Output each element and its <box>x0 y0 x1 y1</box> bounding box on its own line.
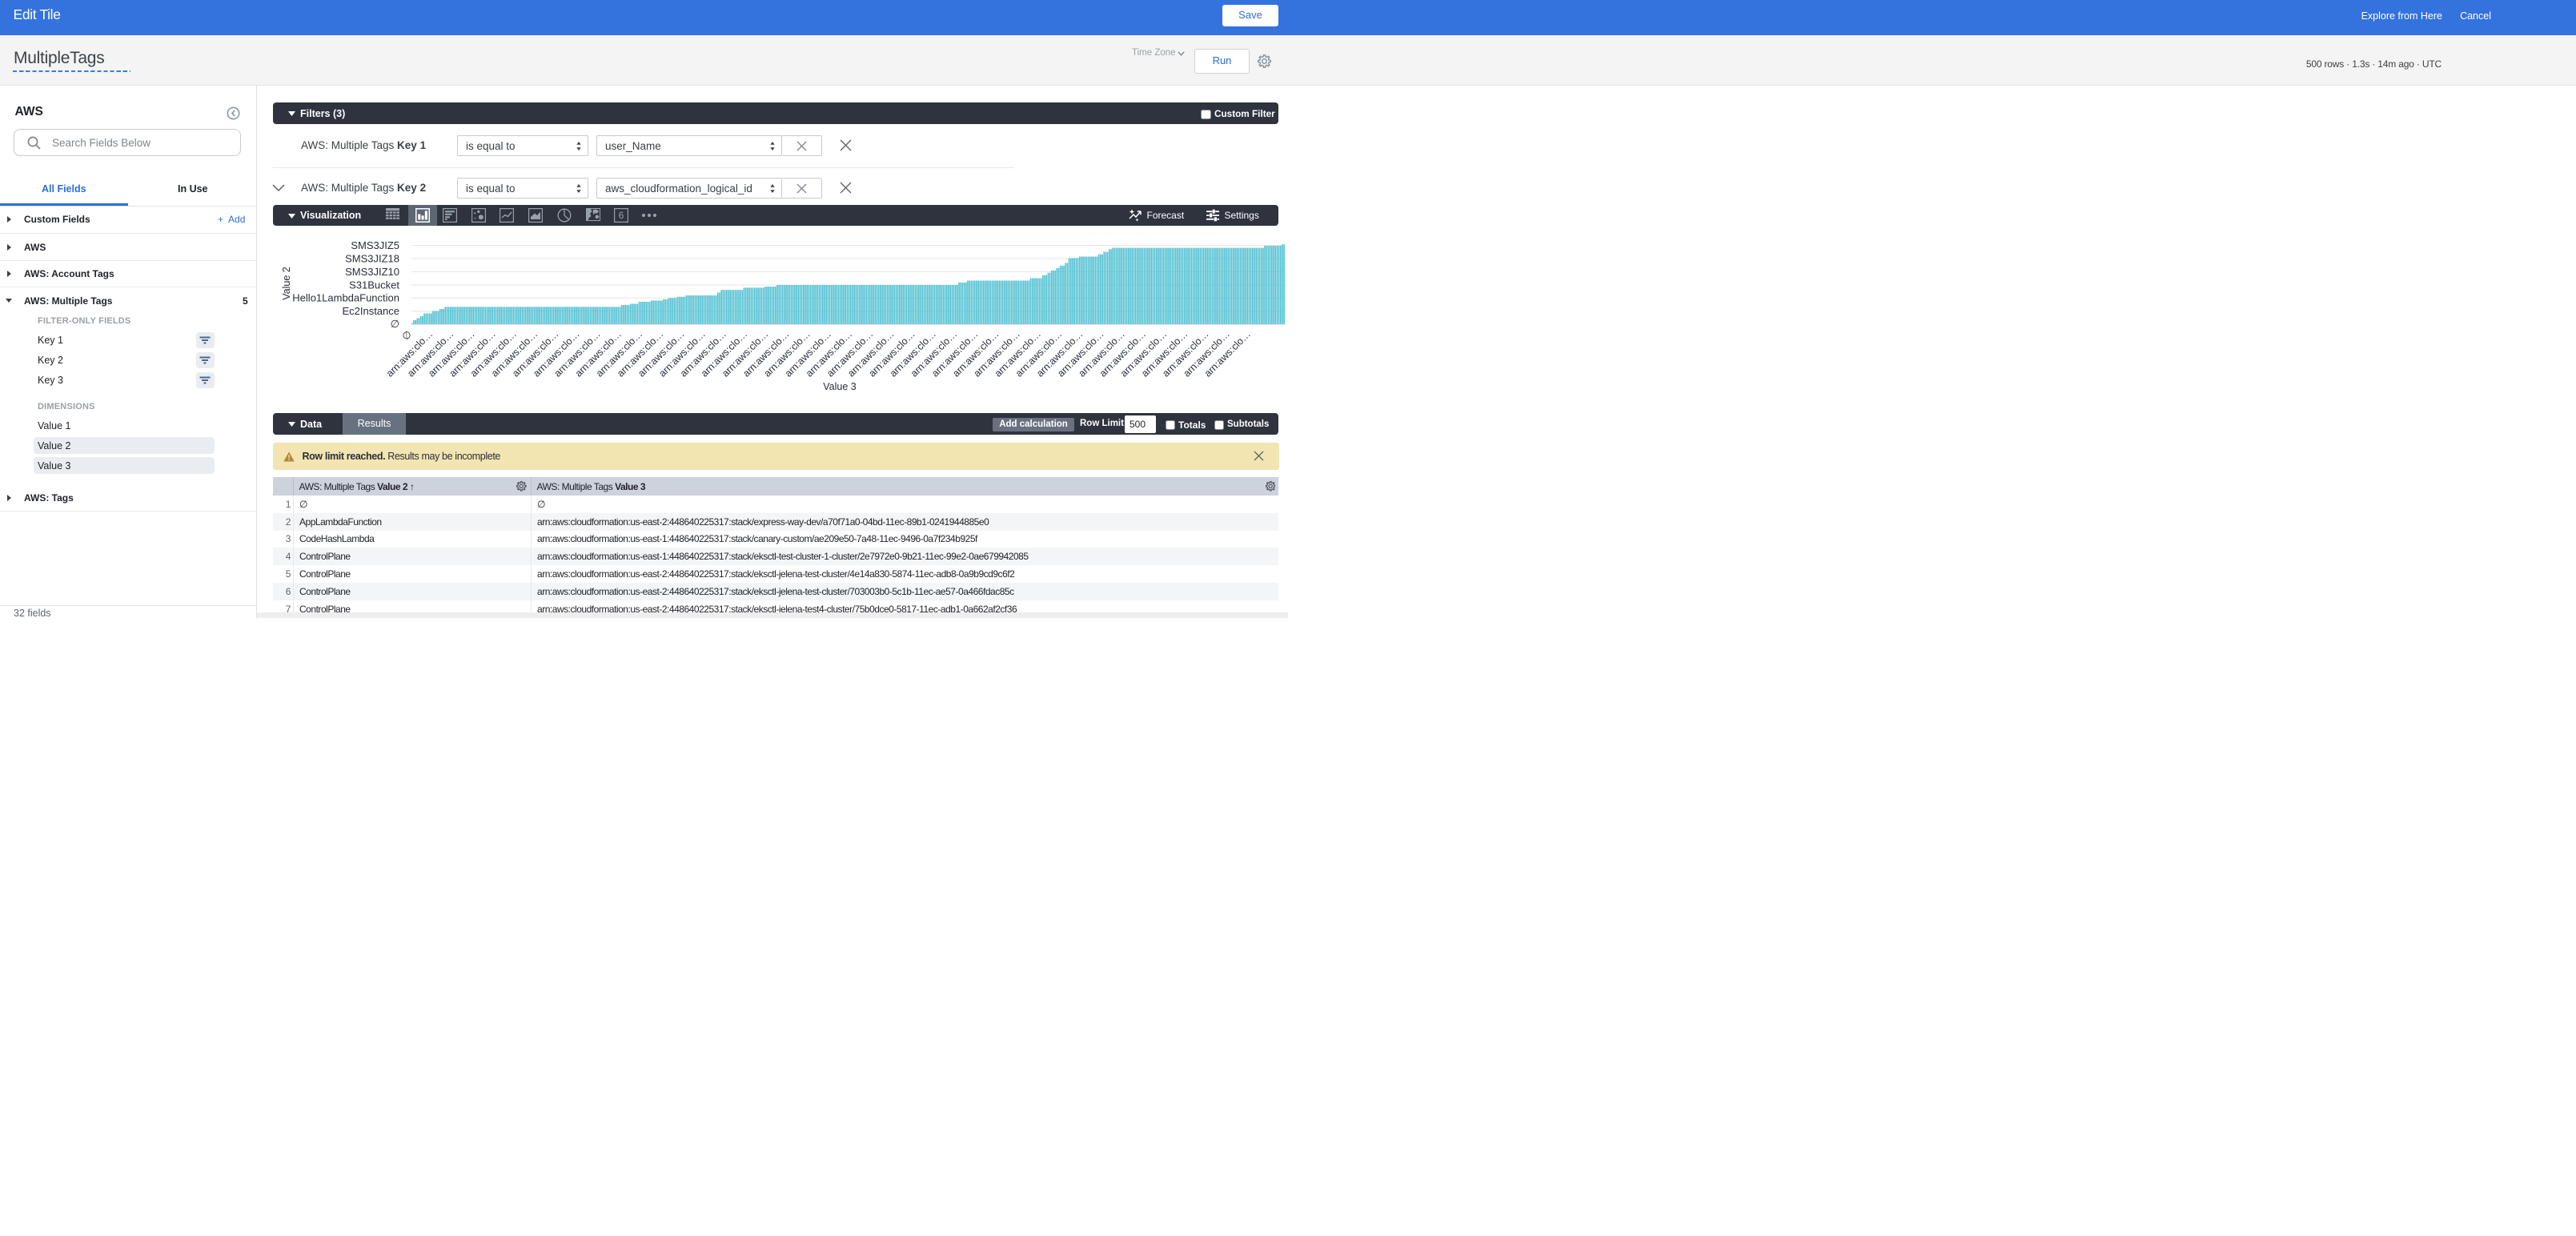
svg-text:Value 2: Value 2 <box>281 267 292 300</box>
svg-text:Value 3: Value 3 <box>823 381 857 392</box>
svg-text:SMS3JIZ18: SMS3JIZ18 <box>345 253 399 265</box>
svg-text:Hello1LambdaFunction: Hello1LambdaFunction <box>292 292 399 304</box>
svg-text:SMS3JIZ10: SMS3JIZ10 <box>345 266 399 278</box>
svg-text:Ec2Instance: Ec2Instance <box>342 305 399 317</box>
svg-text:6: 6 <box>619 210 624 221</box>
svg-text:∅: ∅ <box>400 328 415 343</box>
svg-text:S31Bucket: S31Bucket <box>349 279 399 291</box>
svg-text:∅: ∅ <box>391 318 399 330</box>
svg-text:SMS3JIZ5: SMS3JIZ5 <box>351 239 399 251</box>
